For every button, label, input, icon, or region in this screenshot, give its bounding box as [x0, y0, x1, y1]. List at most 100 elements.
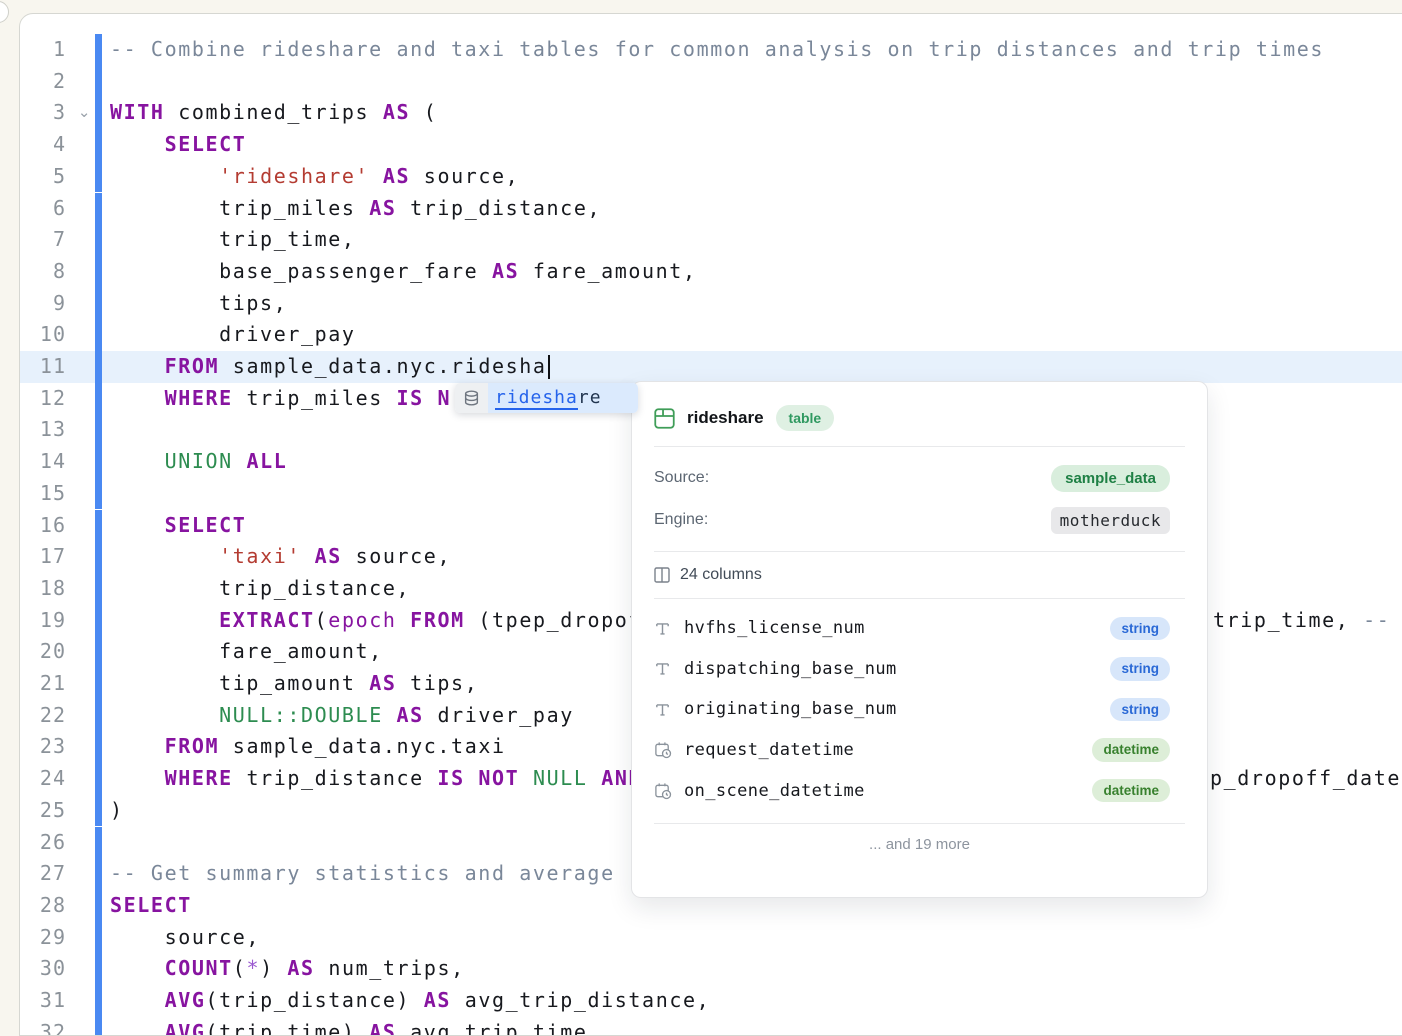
code-text: driver_pay: [110, 319, 356, 351]
change-gutter-bar: [95, 922, 102, 954]
line-number[interactable]: 18: [24, 573, 66, 605]
code-token: (trip_distance): [206, 988, 424, 1012]
code-line[interactable]: 11 FROM sample_data.nyc.ridesha: [20, 351, 1402, 383]
line-number[interactable]: 19: [24, 605, 66, 637]
line-number[interactable]: 31: [24, 985, 66, 1017]
engine-badge: motherduck: [1051, 507, 1170, 534]
line-number[interactable]: 12: [24, 383, 66, 415]
engine-label: Engine:: [654, 511, 708, 529]
code-line[interactable]: 10 driver_pay: [20, 319, 1402, 351]
code-line[interactable]: 2: [20, 66, 1402, 98]
collapsed-panel-button[interactable]: [0, 1, 9, 23]
line-number[interactable]: 24: [24, 763, 66, 795]
line-number[interactable]: 28: [24, 890, 66, 922]
change-gutter-bar: [95, 510, 102, 542]
code-token: EXTRACT: [219, 608, 315, 632]
code-line[interactable]: 6 trip_miles AS trip_distance,: [20, 193, 1402, 225]
line-number[interactable]: 22: [24, 700, 66, 732]
code-token: [424, 386, 438, 410]
code-token: trip_miles: [110, 196, 369, 220]
change-gutter-bar: [95, 224, 102, 256]
line-number[interactable]: 27: [24, 858, 66, 890]
change-gutter-bar: [95, 636, 102, 668]
code-line[interactable]: 3 ⌄ WITH combined_trips AS (: [20, 97, 1402, 129]
code-token: ): [260, 956, 287, 980]
code-token: fare_amount,: [519, 259, 696, 283]
line-number[interactable]: 26: [24, 827, 66, 859]
code-token: [233, 449, 247, 473]
line-number[interactable]: 4: [24, 129, 66, 161]
code-token: tips,: [396, 671, 478, 695]
line-number[interactable]: 7: [24, 224, 66, 256]
code-text: source,: [110, 922, 260, 954]
line-number[interactable]: 11: [24, 351, 66, 383]
line-number[interactable]: 15: [24, 478, 66, 510]
line-number[interactable]: 20: [24, 636, 66, 668]
code-token: [588, 766, 602, 790]
code-token: [110, 164, 219, 188]
code-line[interactable]: 7 trip_time,: [20, 224, 1402, 256]
code-text: ): [110, 795, 124, 827]
code-token: trip_distance,: [396, 196, 601, 220]
code-text: trip_miles AS trip_distance,: [110, 193, 601, 225]
code-token: [301, 544, 315, 568]
code-line[interactable]: 30 COUNT(*) AS num_trips,: [20, 953, 1402, 985]
code-text: FROM sample_data.nyc.taxi: [110, 731, 506, 763]
line-number[interactable]: 14: [24, 446, 66, 478]
line-number[interactable]: 25: [24, 795, 66, 827]
code-token: tips,: [110, 291, 287, 315]
line-number[interactable]: 32: [24, 1017, 66, 1035]
code-token: [110, 956, 165, 980]
code-line[interactable]: 9 tips,: [20, 288, 1402, 320]
code-line[interactable]: 8 base_passenger_fare AS fare_amount,: [20, 256, 1402, 288]
code-token: AS: [383, 100, 410, 124]
code-token: AS: [369, 1020, 396, 1035]
change-gutter-bar: [95, 256, 102, 288]
line-number[interactable]: 30: [24, 953, 66, 985]
code-token: NOT: [478, 766, 519, 790]
line-number[interactable]: 5: [24, 161, 66, 193]
change-gutter-bar: [95, 985, 102, 1017]
line-number[interactable]: 17: [24, 541, 66, 573]
line-number[interactable]: 23: [24, 731, 66, 763]
code-token: AVG: [165, 1020, 206, 1035]
line-number[interactable]: 1: [24, 34, 66, 66]
code-token: base_passenger_fare: [110, 259, 492, 283]
line-number[interactable]: 3: [24, 97, 66, 129]
code-line[interactable]: 4 SELECT: [20, 129, 1402, 161]
code-token: FROM: [165, 354, 220, 378]
code-line[interactable]: 5 'rideshare' AS source,: [20, 161, 1402, 193]
code-text: tip_amount AS tips,: [110, 668, 478, 700]
code-token: [110, 513, 165, 537]
line-number[interactable]: 21: [24, 668, 66, 700]
code-text: 'rideshare' AS source,: [110, 161, 519, 193]
line-number[interactable]: 13: [24, 414, 66, 446]
change-gutter-bar: [95, 858, 102, 890]
code-token: (: [410, 100, 437, 124]
line-number[interactable]: 16: [24, 510, 66, 542]
autocomplete-item-rideshare[interactable]: rideshare: [488, 383, 638, 413]
code-token: [110, 132, 165, 156]
change-gutter-bar: [95, 763, 102, 795]
code-token: [397, 608, 411, 632]
line-number[interactable]: 29: [24, 922, 66, 954]
fold-chevron-icon[interactable]: ⌄: [76, 97, 94, 129]
code-text-right-fragment: trip_time, --: [1213, 605, 1390, 637]
code-text: WITH combined_trips AS (: [110, 97, 437, 129]
code-line[interactable]: 1-- Combine rideshare and taxi tables fo…: [20, 34, 1402, 66]
column-name: dispatching_base_num: [684, 659, 1110, 679]
code-line[interactable]: 29 source,: [20, 922, 1402, 954]
datetime-type-icon: [654, 741, 684, 759]
code-token: [110, 1020, 165, 1035]
line-number[interactable]: 9: [24, 288, 66, 320]
code-token: [110, 354, 165, 378]
code-line[interactable]: 32 AVG(trip_time) AS avg_trip_time,: [20, 1017, 1402, 1035]
line-number[interactable]: 10: [24, 319, 66, 351]
datetime-type-icon: [654, 782, 684, 800]
line-number[interactable]: 6: [24, 193, 66, 225]
line-number[interactable]: 8: [24, 256, 66, 288]
line-number[interactable]: 2: [24, 66, 66, 98]
code-line[interactable]: 31 AVG(trip_distance) AS avg_trip_distan…: [20, 985, 1402, 1017]
change-gutter-bar: [95, 827, 102, 859]
autocomplete-popup: rideshare: [455, 383, 638, 413]
